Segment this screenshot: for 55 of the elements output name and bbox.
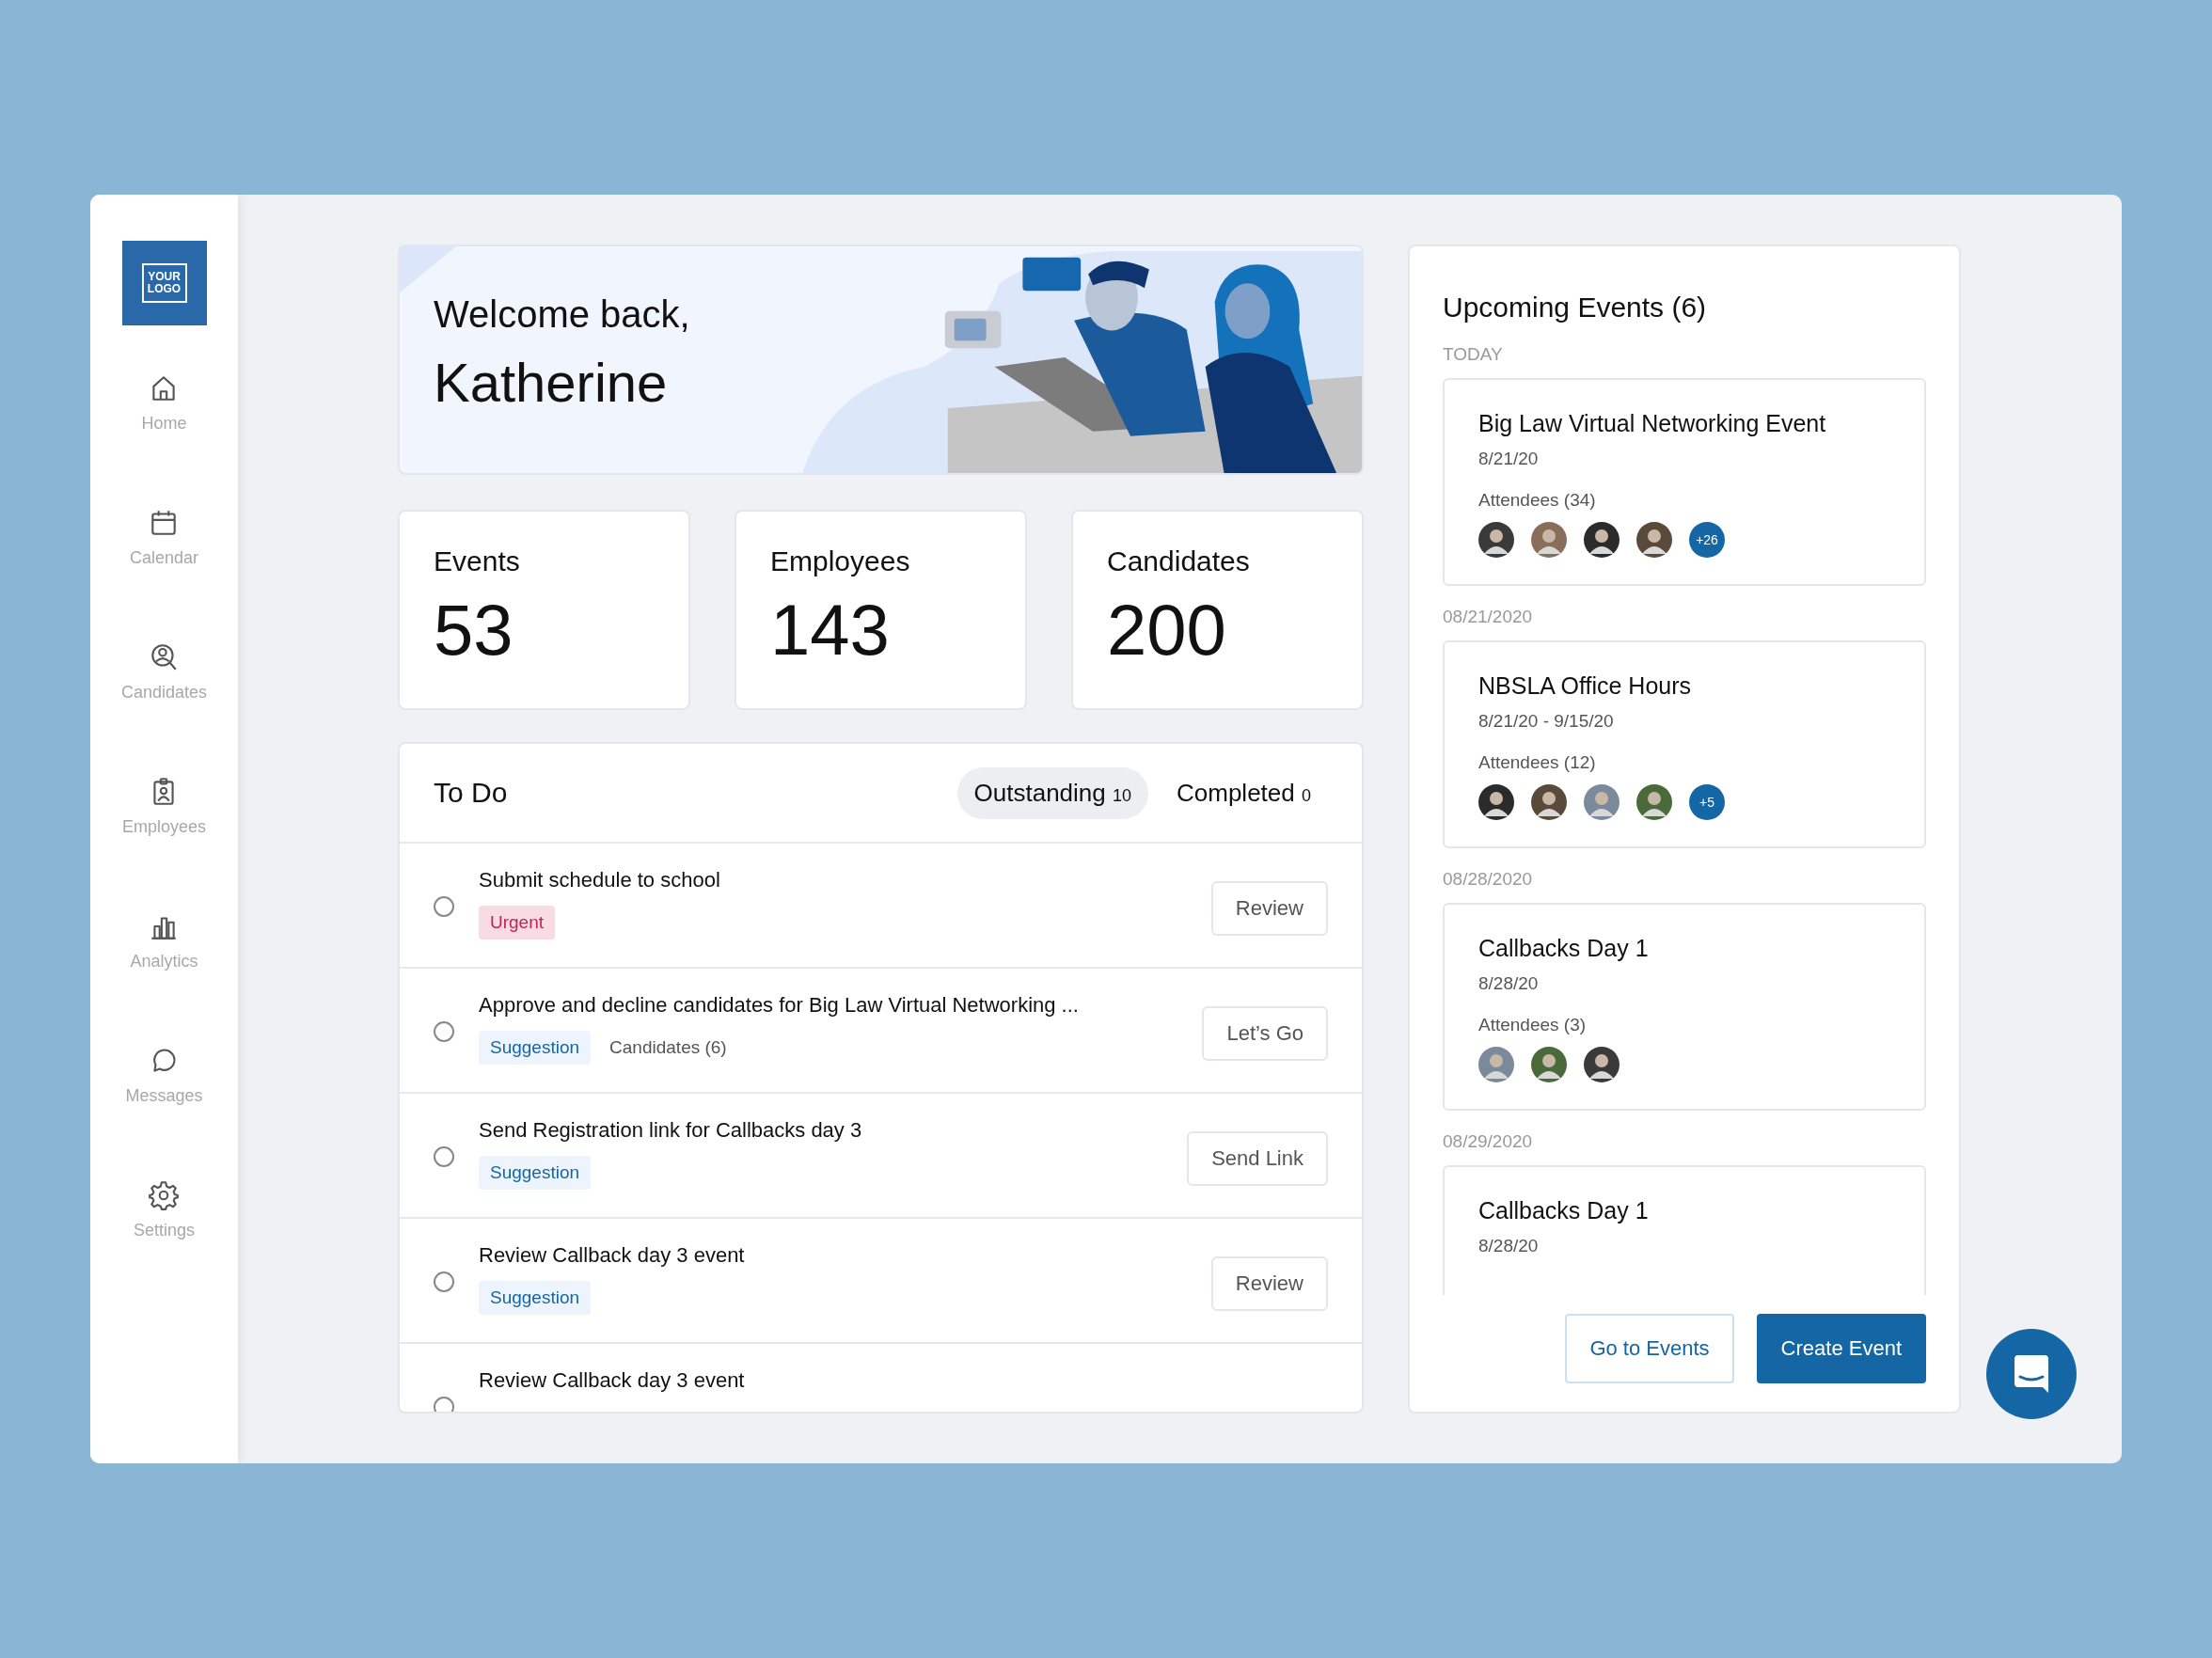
stat-label: Candidates	[1107, 545, 1251, 577]
task-tag: Urgent	[479, 906, 556, 940]
task-title: Send Registration link for Callbacks day 3	[479, 1118, 863, 1143]
attendees-label: Attendees (12)	[1478, 752, 1597, 773]
stat-value: 143	[770, 589, 891, 671]
action-button[interactable]: Let’s Go	[1202, 1006, 1328, 1061]
tab[interactable]: Outstanding 10	[956, 766, 1148, 819]
more-count: +5	[1689, 784, 1725, 820]
task-title: Approve and decline candidates for Big Law Virtual Networking ...	[479, 993, 1080, 1018]
radio-button[interactable]	[434, 1146, 454, 1167]
attendees-label: Attendees (34)	[1478, 490, 1597, 511]
event-date: 8/21/20	[1478, 449, 1540, 469]
event-title: Callbacks Day 1	[1478, 935, 1650, 962]
event-button[interactable]: Go to Events	[1565, 1314, 1734, 1383]
event-card[interactable]: Big Law Virtual Networking Event 8/21/20 Attendees (34) +26	[1443, 378, 1926, 586]
task-tag: Suggestion	[479, 1031, 592, 1065]
action-button[interactable]: Send Link	[1187, 1131, 1328, 1186]
task-tag: Suggestion	[479, 1281, 592, 1315]
event-card[interactable]: NBSLA Office Hours 8/21/20 - 9/15/20 Attendees (12) +5	[1443, 640, 1926, 848]
stat-label: Events	[434, 545, 521, 577]
user-name: Katherine	[434, 351, 669, 414]
radio-button[interactable]	[434, 1397, 454, 1412]
logo: YOUR LOGO	[121, 241, 207, 325]
event-title: NBSLA Office Hours	[1478, 672, 1693, 700]
more-count: +26	[1689, 522, 1725, 558]
stat-value: 200	[1107, 589, 1227, 671]
event-card[interactable]: Callbacks Day 1 8/28/20 Attendees (3)	[1443, 903, 1926, 1111]
task-note: Candidates (6)	[609, 1037, 727, 1058]
event-date: 8/28/20	[1478, 973, 1540, 994]
radio-button[interactable]	[434, 1271, 454, 1292]
event-button[interactable]: Create Event	[1756, 1314, 1926, 1383]
greeting: Welcome back,	[434, 293, 691, 336]
action-button[interactable]: Review	[1210, 1256, 1328, 1311]
event-date: 8/21/20 - 9/15/20	[1478, 711, 1615, 732]
date-heading: 08/21/2020	[1443, 607, 1534, 627]
attendees-label: Attendees (3)	[1478, 1015, 1588, 1035]
event-date: 8/28/20	[1478, 1236, 1540, 1256]
task-tag: Suggestion	[479, 1156, 592, 1190]
todo-title: To Do	[434, 777, 508, 809]
tab[interactable]: Completed 0	[1160, 766, 1328, 819]
settings-icon	[148, 1179, 181, 1211]
date-heading: TODAY	[1443, 344, 1504, 365]
action-button[interactable]: Review	[1210, 881, 1328, 936]
stat-value: 53	[434, 589, 514, 671]
event-title: Big Law Virtual Networking Event	[1478, 410, 1827, 437]
date-heading: 08/28/2020	[1443, 869, 1534, 890]
task-title: Review Callback day 3 event	[479, 1368, 746, 1393]
radio-button[interactable]	[434, 896, 454, 917]
task-title: Review Callback day 3 event	[479, 1243, 746, 1268]
stat-label: Employees	[770, 545, 911, 577]
panel-title: Upcoming Events (6)	[1443, 292, 1708, 324]
radio-button[interactable]	[434, 1021, 454, 1042]
date-heading: 08/29/2020	[1443, 1131, 1534, 1152]
event-title: Callbacks Day 1	[1478, 1197, 1650, 1224]
task-title: Submit schedule to school	[479, 868, 721, 892]
